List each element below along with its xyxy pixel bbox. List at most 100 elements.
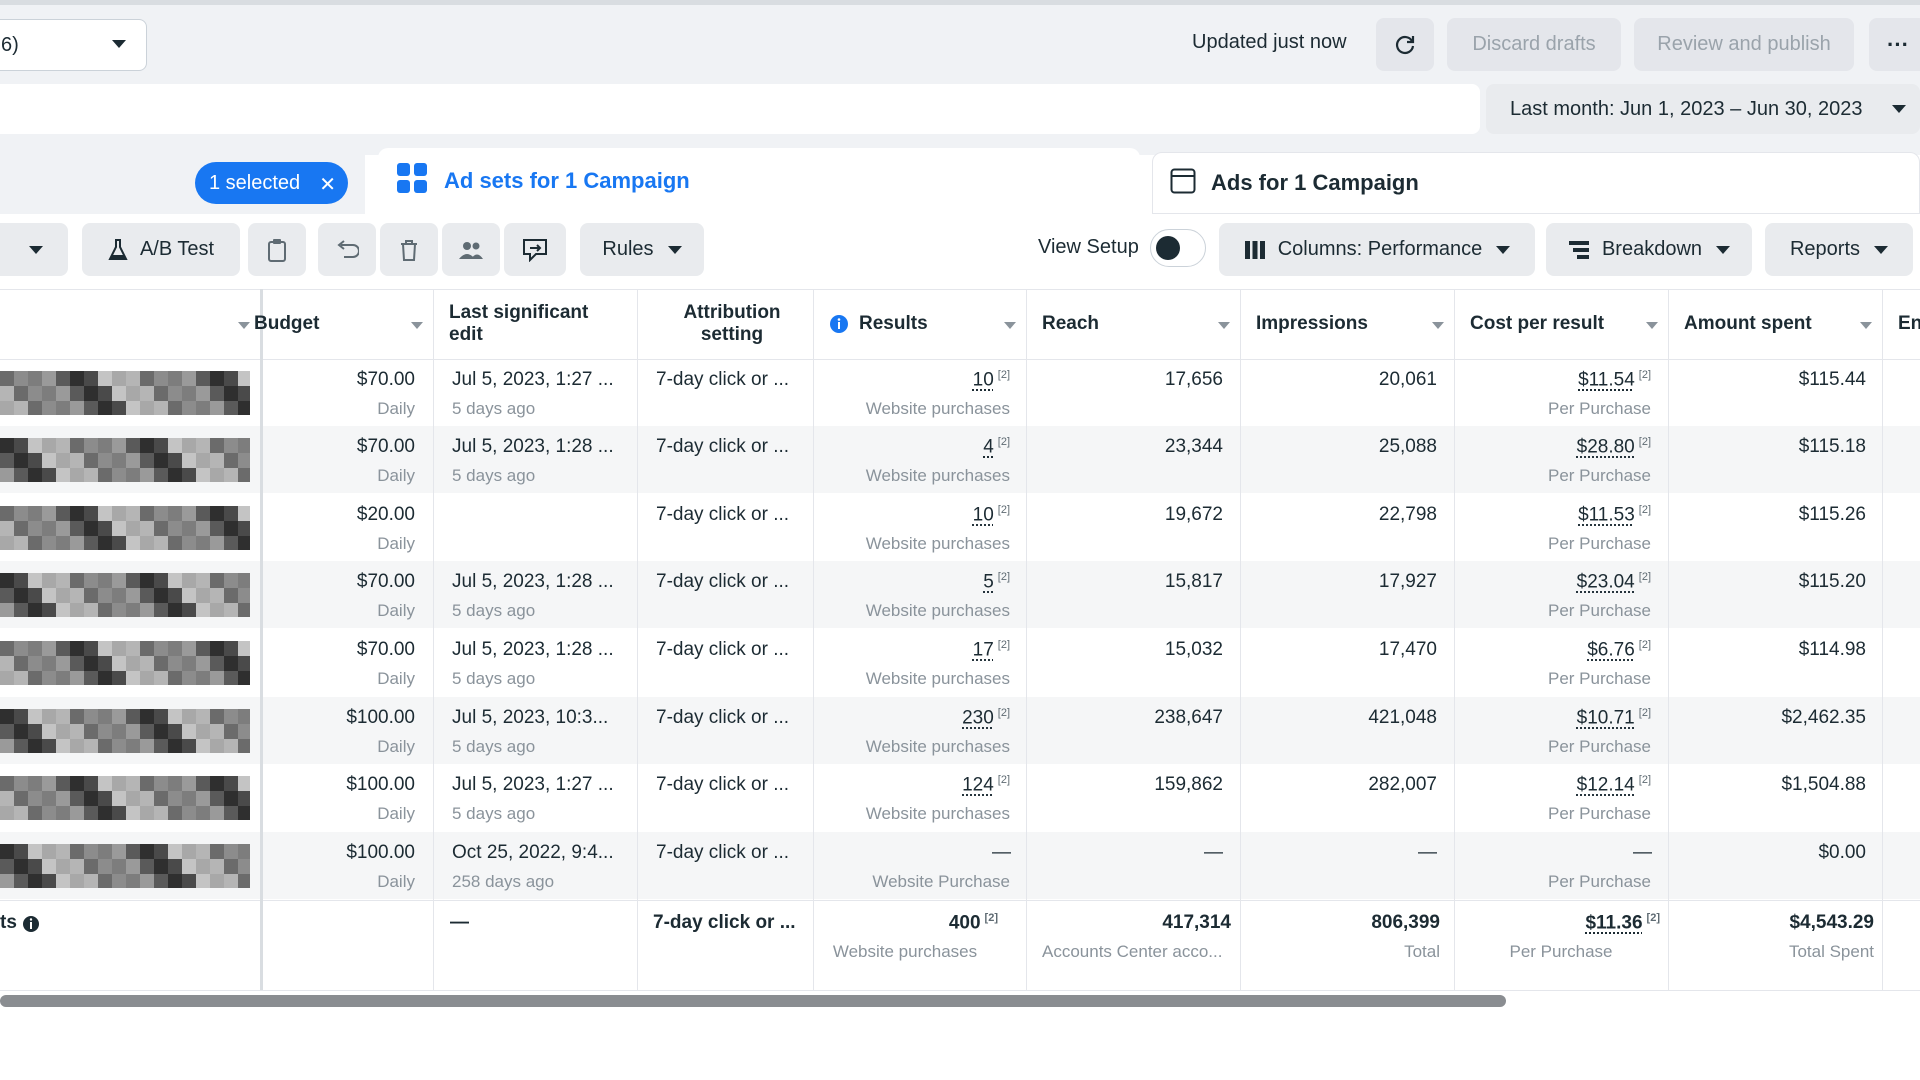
view-setup-toggle[interactable] [1150,229,1206,267]
budget-value: $100.00 [346,842,415,863]
footnote-marker: [2] [997,504,1010,516]
col-header-attribution-label: Attribution setting [683,302,781,345]
col-header-ends[interactable]: En [1882,289,1920,359]
totals-impressions-sub: Total [1404,942,1440,961]
results-number: 230 [962,707,994,729]
duplicate-dropdown-button[interactable] [0,223,68,276]
cost-per-result-value[interactable]: $6.76 [2] [1454,639,1651,661]
cost-per-result-value[interactable]: $28.80 [2] [1454,436,1651,458]
cost-per-result-value[interactable]: $11.53 [2] [1454,504,1651,526]
col-header-last-edit-label: Last significant edit [449,302,589,345]
col-header-reach-label: Reach [1042,313,1100,334]
cost-per-result-value[interactable]: $23.04 [2] [1454,571,1651,593]
tab-adsets[interactable]: Ad sets for 1 Campaign [378,148,1140,214]
more-options-button[interactable]: ··· [1869,18,1920,71]
table-bottom-border [0,990,1920,991]
last-edit-ago: 5 days ago [452,399,536,418]
col-header-impressions[interactable]: Impressions [1240,289,1454,359]
cost-per-result-type: Per Purchase [1548,534,1651,553]
cost-per-result-number: $6.76 [1587,639,1635,661]
reports-button[interactable]: Reports [1765,223,1913,276]
redacted-adset-name [0,371,250,415]
results-value[interactable]: — [813,842,1011,864]
delete-button[interactable] [380,223,438,276]
account-selector[interactable]: 6) [0,19,147,71]
columns-button[interactable]: Columns: Performance [1219,223,1535,276]
col-header-budget[interactable]: Budget [254,289,433,359]
redacted-adset-name [0,844,250,888]
col-divider [637,289,638,990]
rules-button[interactable]: Rules [580,223,704,276]
more-icon: ··· [1887,31,1909,57]
amount-spent-value: $115.26 [1798,504,1866,525]
results-value[interactable]: 4 [2] [813,436,1010,458]
date-range-picker[interactable]: Last month: Jun 1, 2023 – Jun 30, 2023 [1486,84,1920,134]
selected-chip[interactable]: 1 selected ✕ [195,162,348,204]
review-publish-button[interactable]: Review and publish [1634,18,1854,71]
col-header-name[interactable] [0,289,260,359]
undo-button[interactable] [318,223,376,276]
ab-test-button[interactable]: A/B Test [82,223,240,276]
cost-per-result-number: $28.80 [1576,436,1635,458]
col-header-reach[interactable]: Reach [1026,289,1240,359]
audience-button[interactable] [442,223,500,276]
amount-spent-value: $115.18 [1798,436,1866,457]
budget-type: Daily [377,737,415,756]
chevron-down-icon [1496,245,1511,254]
attribution-value: 7-day click or ... [656,436,790,457]
selected-chip-label: 1 selected [209,171,301,194]
share-comment-button[interactable] [504,223,566,276]
col-header-attribution[interactable]: Attribution setting [637,289,813,359]
cost-per-result-value[interactable]: $11.54 [2] [1454,369,1651,391]
comment-share-icon [523,238,547,262]
cost-per-result-type: Per Purchase [1548,804,1651,823]
totals-label: ts [0,912,17,933]
results-value[interactable]: 10 [2] [813,369,1010,391]
breakdown-icon [1568,240,1589,259]
last-edit-value: Jul 5, 2023, 1:28 ... [452,436,614,457]
reach-value: 17,656 [1164,369,1223,390]
results-type: Website purchases [865,669,1010,688]
horizontal-scrollbar[interactable] [0,995,1506,1007]
cost-per-result-type: Per Purchase [1548,466,1651,485]
last-edit-value: Jul 5, 2023, 1:27 ... [452,369,614,390]
results-number: — [992,842,1011,863]
col-header-cost-per-result-label: Cost per result [1470,313,1605,334]
results-value[interactable]: 5 [2] [813,571,1010,593]
filter-search-bar[interactable] [0,84,1480,134]
refresh-button[interactable] [1376,18,1434,71]
last-edit-ago: 5 days ago [452,804,536,823]
trash-icon [401,239,417,261]
amount-spent-value: $1,504.88 [1781,774,1866,795]
chevron-down-icon [112,40,126,48]
col-header-last-edit[interactable]: Last significant edit [433,289,637,359]
results-value[interactable]: 124 [2] [813,774,1010,796]
results-value[interactable]: 230 [2] [813,707,1010,729]
clipboard-button[interactable] [248,223,306,276]
col-header-amount-spent[interactable]: Amount spent [1668,289,1882,359]
results-value[interactable]: 10 [2] [813,504,1010,526]
cost-per-result-value[interactable]: — [1454,842,1652,864]
reports-label: Reports [1789,238,1861,260]
col-header-cost-per-result[interactable]: Cost per result [1454,289,1668,359]
impressions-value: 17,927 [1378,571,1437,592]
redacted-adset-name [0,506,250,550]
breakdown-button[interactable]: Breakdown [1546,223,1752,276]
close-icon[interactable]: ✕ [319,172,336,197]
results-number: 124 [962,774,994,796]
discard-drafts-button[interactable]: Discard drafts [1447,18,1621,71]
col-header-results[interactable]: Results [813,289,1026,359]
cost-per-result-type: Per Purchase [1548,601,1651,620]
reach-value: 238,647 [1154,707,1223,728]
cost-per-result-value[interactable]: $12.14 [2] [1454,774,1651,796]
cost-per-result-value[interactable]: $10.71 [2] [1454,707,1651,729]
cost-per-result-type: Per Purchase [1548,872,1651,891]
results-value[interactable]: 17 [2] [813,639,1010,661]
tab-ads[interactable]: Ads for 1 Campaign [1152,152,1920,214]
impressions-value: 20,061 [1378,369,1437,390]
impressions-value: 421,048 [1368,707,1437,728]
sort-caret-icon [1646,322,1658,329]
cost-per-result-number: $10.71 [1576,707,1635,729]
col-divider [1882,289,1883,990]
attribution-value: 7-day click or ... [656,842,790,863]
